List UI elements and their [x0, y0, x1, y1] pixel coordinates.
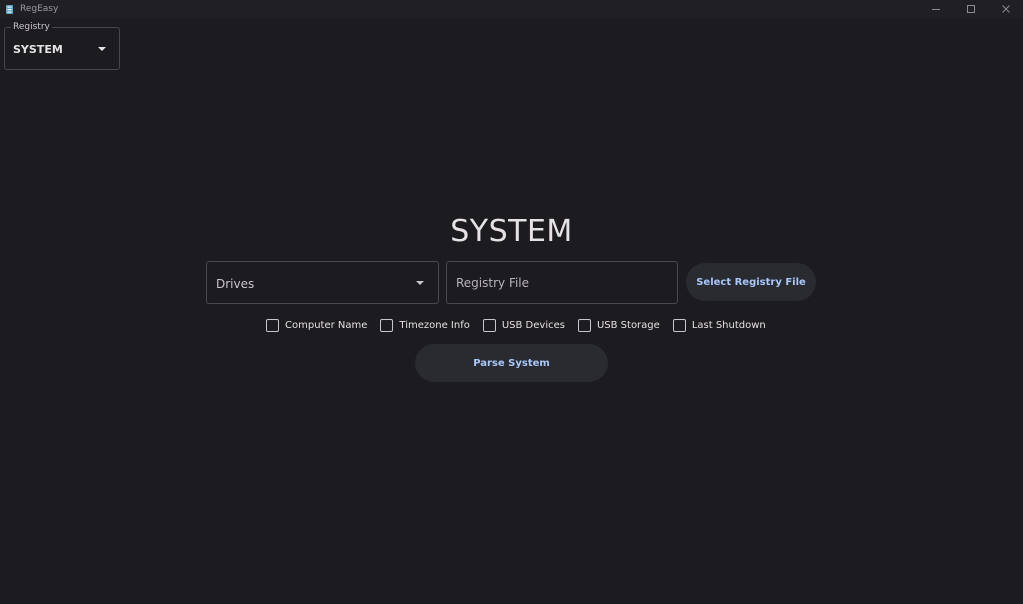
registry-file-field-wrapper	[446, 261, 678, 304]
registry-select-label: Registry	[11, 22, 52, 32]
window-title: RegEasy	[20, 4, 59, 14]
checkbox-label: Computer Name	[285, 319, 368, 331]
app-icon	[5, 4, 15, 15]
registry-select-value: SYSTEM	[13, 43, 63, 56]
minimize-icon	[931, 9, 940, 10]
chevron-down-icon	[98, 47, 106, 51]
checkbox-icon[interactable]	[266, 318, 279, 332]
checkbox-usb-devices[interactable]: USB Devices	[482, 318, 565, 332]
checkbox-last-shutdown[interactable]: Last Shutdown	[672, 318, 766, 332]
select-registry-file-button[interactable]: Select Registry File	[686, 263, 816, 301]
checkbox-icon[interactable]	[380, 318, 394, 332]
checkbox-icon[interactable]	[577, 318, 591, 332]
checkbox-label: USB Storage	[596, 319, 660, 331]
checkbox-usb-storage[interactable]: USB Storage	[577, 318, 660, 332]
maximize-button[interactable]	[953, 0, 988, 18]
checkbox-label: Last Shutdown	[691, 319, 766, 331]
checkbox-computer-name[interactable]: Computer Name	[266, 318, 368, 332]
checkbox-label: Timezone Info	[399, 319, 470, 331]
select-registry-file-label: Select Registry File	[696, 276, 806, 288]
parse-system-button[interactable]: Parse System	[415, 344, 608, 382]
maximize-icon	[966, 5, 975, 13]
close-button[interactable]	[988, 0, 1023, 18]
parse-system-label: Parse System	[473, 357, 550, 369]
close-icon	[1001, 5, 1010, 13]
checkbox-timezone-info[interactable]: Timezone Info	[380, 318, 470, 332]
title-bar: RegEasy	[0, 0, 1023, 18]
drives-select-label: Drives	[216, 277, 255, 291]
page-title: SYSTEM	[450, 214, 573, 249]
checkbox-label: USB Devices	[501, 319, 565, 331]
chevron-down-icon	[416, 281, 424, 285]
checkbox-icon[interactable]	[482, 318, 496, 332]
registry-file-field[interactable]	[447, 262, 677, 303]
options-row: Computer Name Timezone Info USB Devices …	[266, 317, 779, 333]
registry-select[interactable]: Registry SYSTEM	[4, 22, 120, 70]
drives-select[interactable]: Drives	[206, 261, 439, 304]
minimize-button[interactable]	[918, 0, 953, 18]
window-controls	[918, 0, 1023, 18]
checkbox-icon[interactable]	[672, 318, 686, 332]
